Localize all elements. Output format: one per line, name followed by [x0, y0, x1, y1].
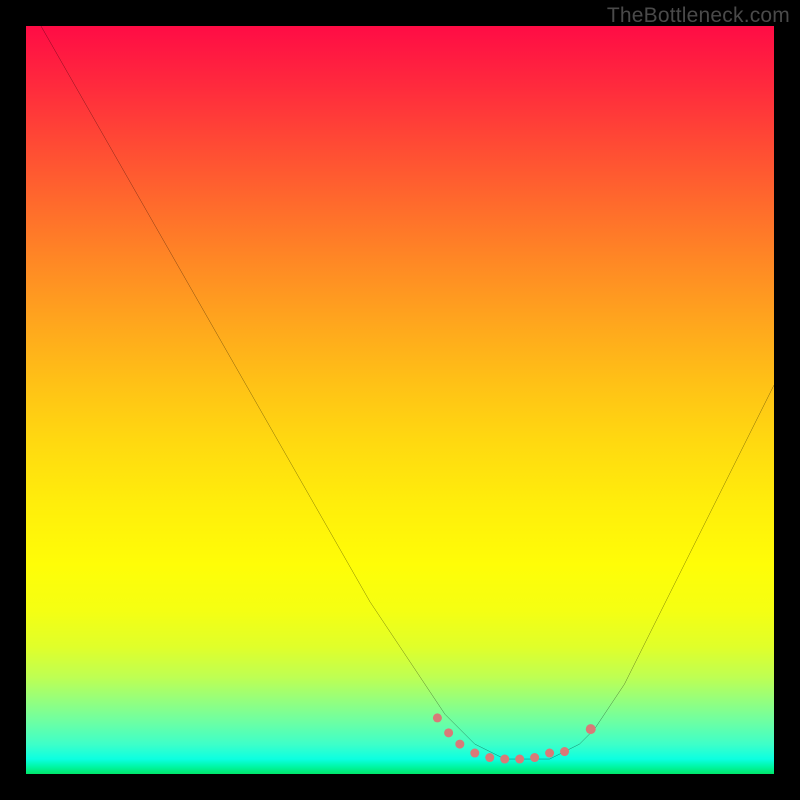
marker-dot — [560, 747, 569, 756]
marker-dot — [433, 713, 442, 722]
plot-area — [26, 26, 774, 774]
marker-dot — [530, 753, 539, 762]
chart-frame: TheBottleneck.com — [0, 0, 800, 800]
marker-dot — [500, 755, 509, 764]
marker-dot — [545, 749, 554, 758]
marker-dot — [470, 749, 479, 758]
marker-dot — [444, 728, 453, 737]
marker-dot — [586, 724, 596, 734]
marker-dot — [455, 740, 464, 749]
curve-markers — [26, 26, 774, 774]
marker-dot — [515, 755, 524, 764]
watermark-text: TheBottleneck.com — [607, 4, 790, 28]
marker-dot — [485, 753, 494, 762]
